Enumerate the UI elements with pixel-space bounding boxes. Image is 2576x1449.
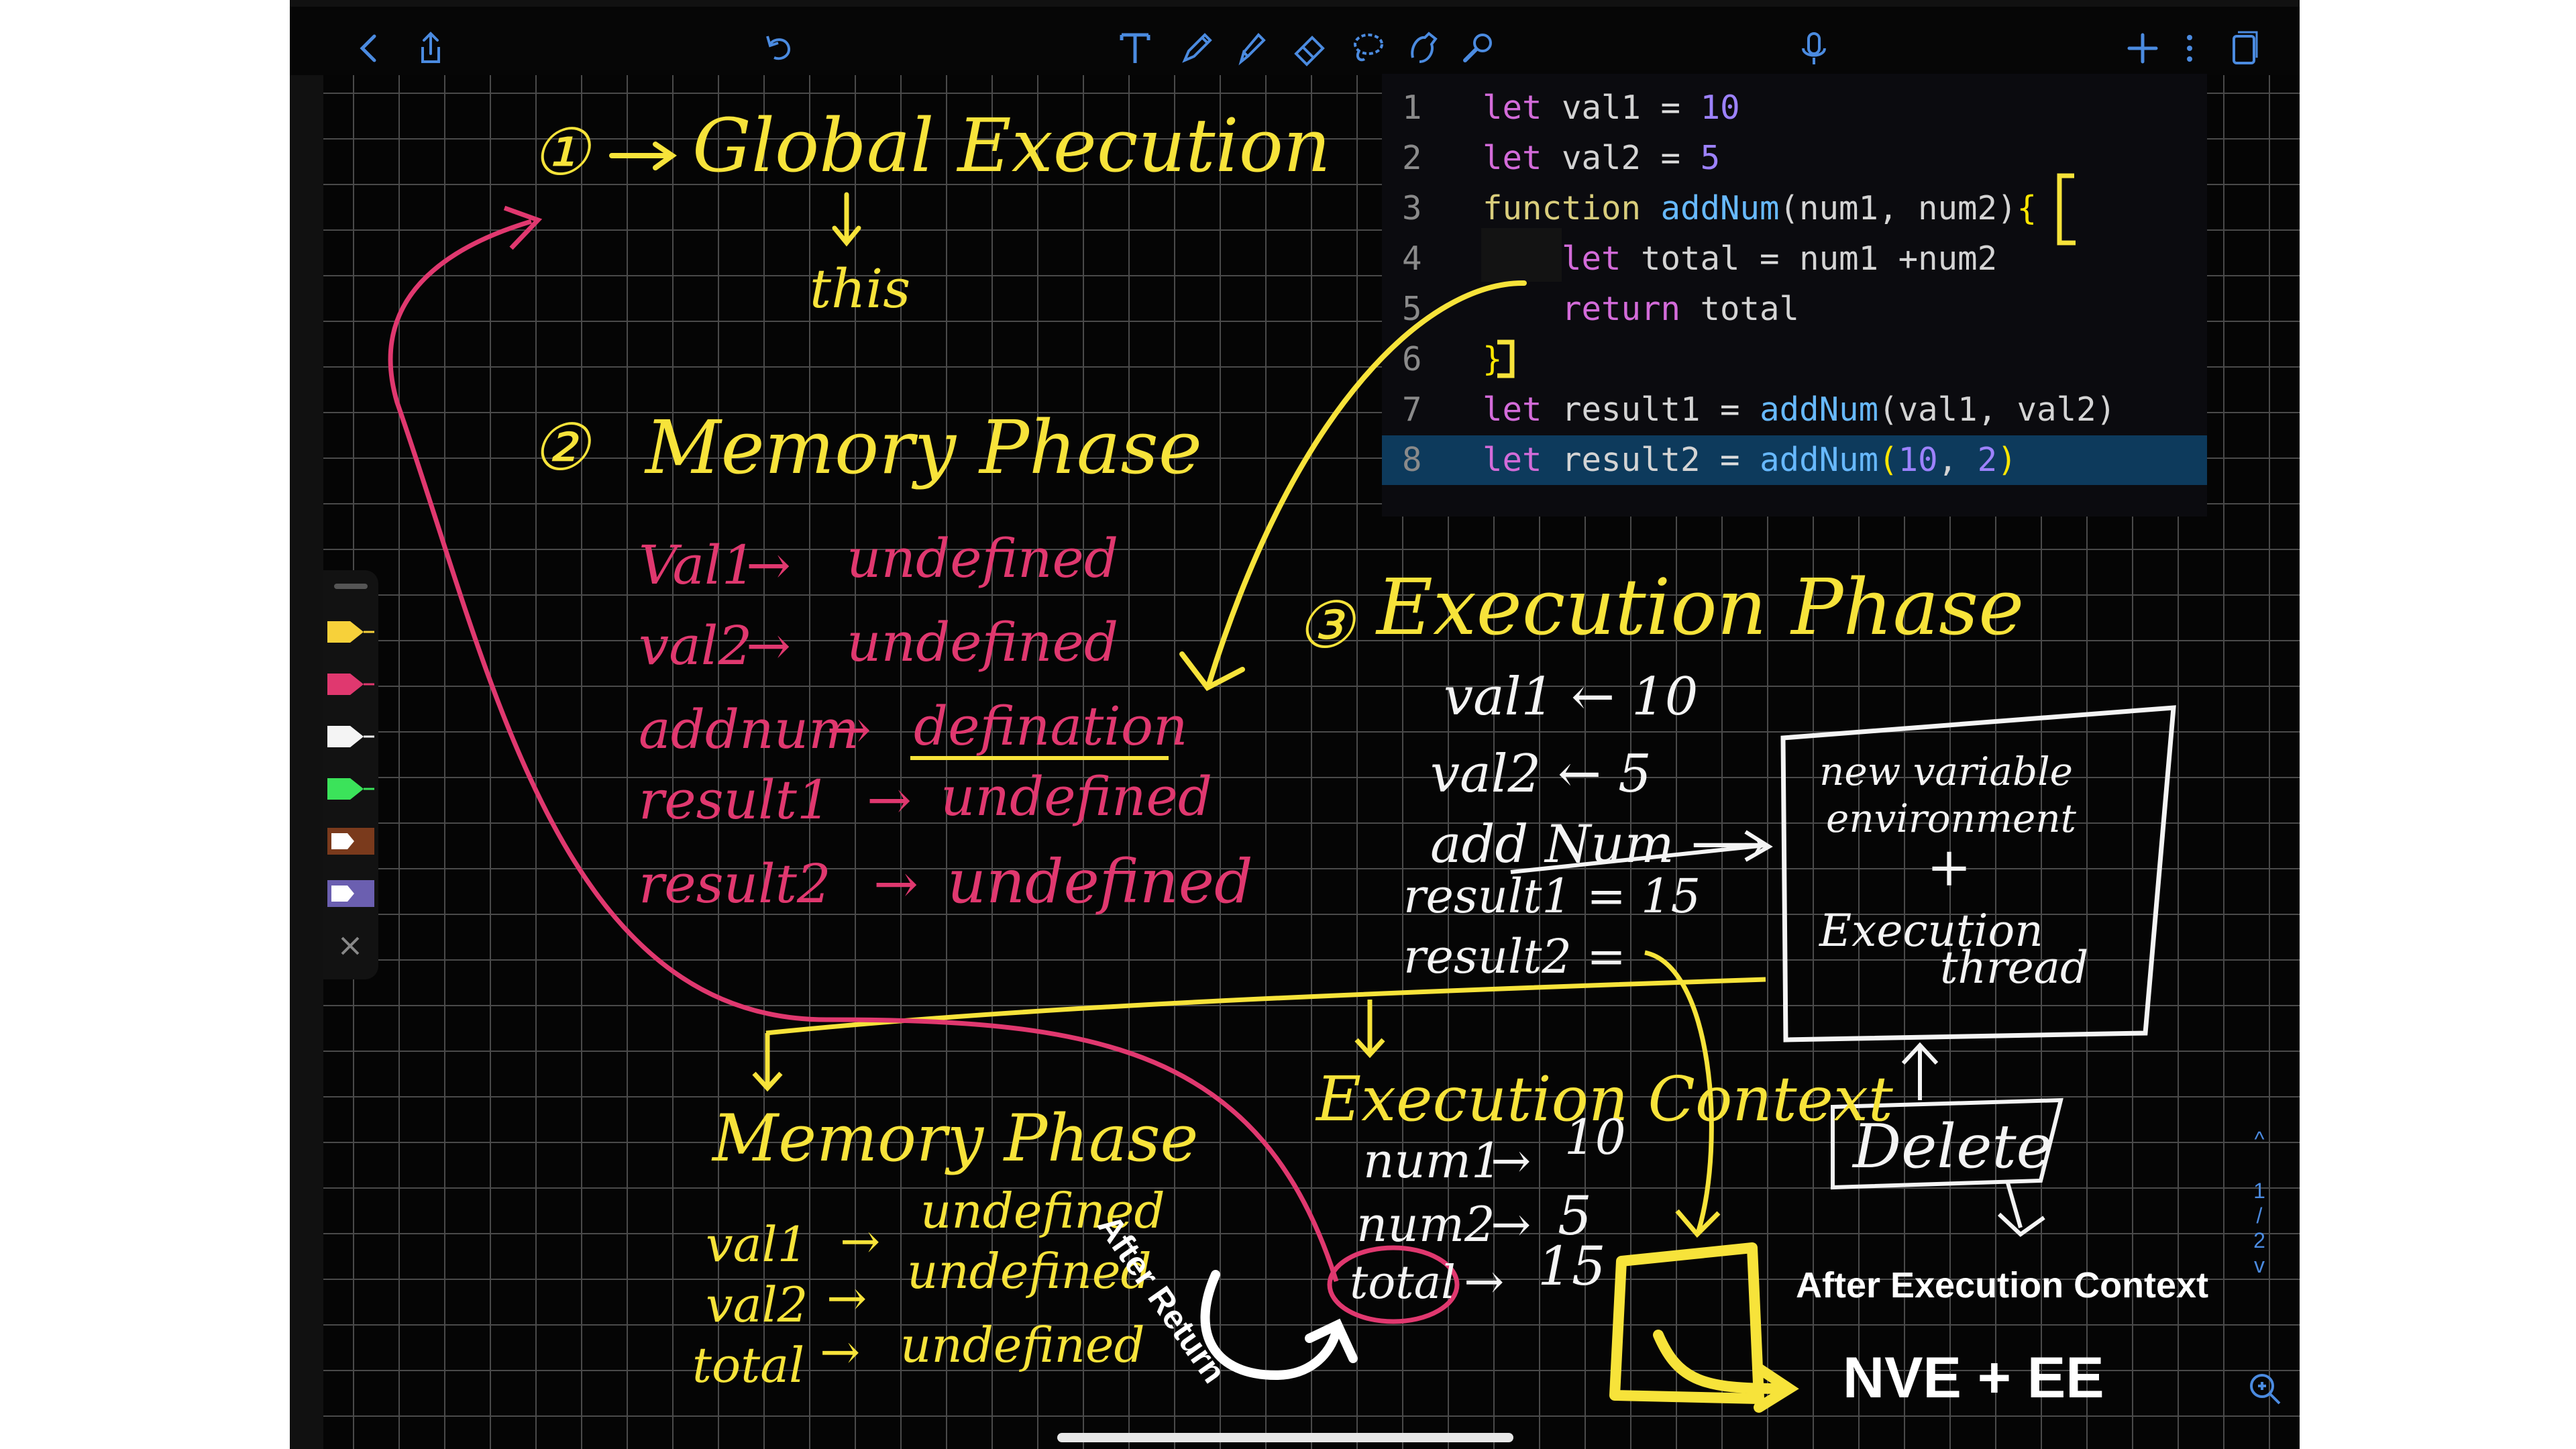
page-number-current: 1 <box>2253 1179 2265 1203</box>
home-indicator[interactable] <box>1057 1433 1513 1442</box>
exec-row: add Num ⟶ <box>1430 814 1766 875</box>
box-line2: environment <box>1826 796 2077 841</box>
page-down-icon[interactable]: v <box>2239 1253 2279 1278</box>
memory-phase-title: Memory Phase <box>644 405 1202 490</box>
pen-pink[interactable] <box>327 669 374 699</box>
mem2-var-name: val1 <box>706 1216 808 1273</box>
page-navigator: ^ 1 / 2 v <box>2239 1127 2279 1328</box>
memory-var-value: defination <box>914 695 1188 757</box>
svg-text:→: → <box>840 1213 880 1269</box>
section2-number: ② <box>531 410 592 485</box>
page-up-icon[interactable]: ^ <box>2239 1127 2279 1152</box>
pen-yellow[interactable] <box>327 617 374 647</box>
memory-var-name: result2 <box>639 853 831 915</box>
mem2-var-name: val2 <box>706 1277 808 1333</box>
memory-var-value: undefined <box>847 527 1118 590</box>
memory-var-value: undefined <box>947 847 1253 917</box>
memory2-title: Memory Phase <box>711 1101 1198 1176</box>
ec-var-value: 10 <box>1564 1109 1626 1165</box>
pen-tray <box>323 570 378 979</box>
box-line1: new variable <box>1819 749 2073 794</box>
tray-handle[interactable] <box>334 584 368 589</box>
memory-phase-section: ② Memory Phase Val1 → undefined val2 → u… <box>531 405 1253 917</box>
pen-white[interactable] <box>327 722 374 751</box>
memory-var-value: undefined <box>941 765 1212 828</box>
zoom-icon[interactable] <box>2245 1368 2285 1409</box>
svg-text:→: → <box>746 534 791 596</box>
svg-text:→: → <box>1491 1132 1531 1189</box>
svg-text:→: → <box>867 769 912 831</box>
svg-text:→: → <box>820 1324 860 1380</box>
nve-box: new variable environment + Execution thr… <box>1780 705 2176 1237</box>
memory-var-name: Val1 <box>639 534 756 596</box>
exec-row: val2 ← 5 <box>1430 744 1652 804</box>
ec-var-name: total <box>1350 1256 1456 1309</box>
memory-var-name: val2 <box>639 614 752 677</box>
global-execution-title: Global Execution <box>692 103 1331 189</box>
section1-number: ① <box>531 115 592 190</box>
nve-ee-caption: NVE + EE <box>1843 1346 2104 1410</box>
memory-var-value: undefined <box>847 611 1118 674</box>
page-number-total: 2 <box>2253 1228 2265 1252</box>
ec-var-name: num2 <box>1356 1196 1495 1252</box>
svg-text:→: → <box>1464 1253 1504 1309</box>
svg-text:→: → <box>873 853 918 915</box>
exec-row: result1 = 15 <box>1403 869 1701 924</box>
svg-text:→: → <box>746 614 791 677</box>
execution-phase-title: Execution Phase <box>1375 563 2024 653</box>
svg-text:→: → <box>826 698 871 761</box>
highlighter-brown[interactable] <box>327 826 374 856</box>
section3-number: ③ <box>1296 588 1357 663</box>
box-plus: + <box>1927 836 1972 898</box>
exec-row: result2 = <box>1403 929 1626 984</box>
close-tray-icon[interactable] <box>337 932 364 959</box>
ec-var-value: 15 <box>1538 1235 1606 1297</box>
notes-app-screen: 1 let val1 = 10 2 let val2 = 5 3 function add… <box>290 0 2300 1449</box>
highlighter-purple[interactable] <box>327 879 374 908</box>
after-execution-context-caption: After Execution Context <box>1796 1265 2209 1305</box>
handwritten-notes: ① Global Execution this ② Memory Phase V… <box>388 103 2176 1413</box>
this-label: this <box>810 258 910 320</box>
svg-text:→: → <box>1491 1196 1531 1252</box>
exec-row: val1 ← 10 <box>1444 667 1698 727</box>
ec-var-name: num1 <box>1363 1132 1502 1189</box>
mem2-var-value: undefined <box>900 1317 1145 1373</box>
page-separator: / <box>2256 1203 2263 1228</box>
mem2-var-name: total <box>692 1337 804 1393</box>
pen-green[interactable] <box>327 774 374 804</box>
global-execution-heading: ① Global Execution this <box>531 103 1331 320</box>
box-line4: thread <box>1940 942 2088 994</box>
svg-text:→: → <box>826 1270 867 1326</box>
memory-var-name: result1 <box>639 769 831 831</box>
